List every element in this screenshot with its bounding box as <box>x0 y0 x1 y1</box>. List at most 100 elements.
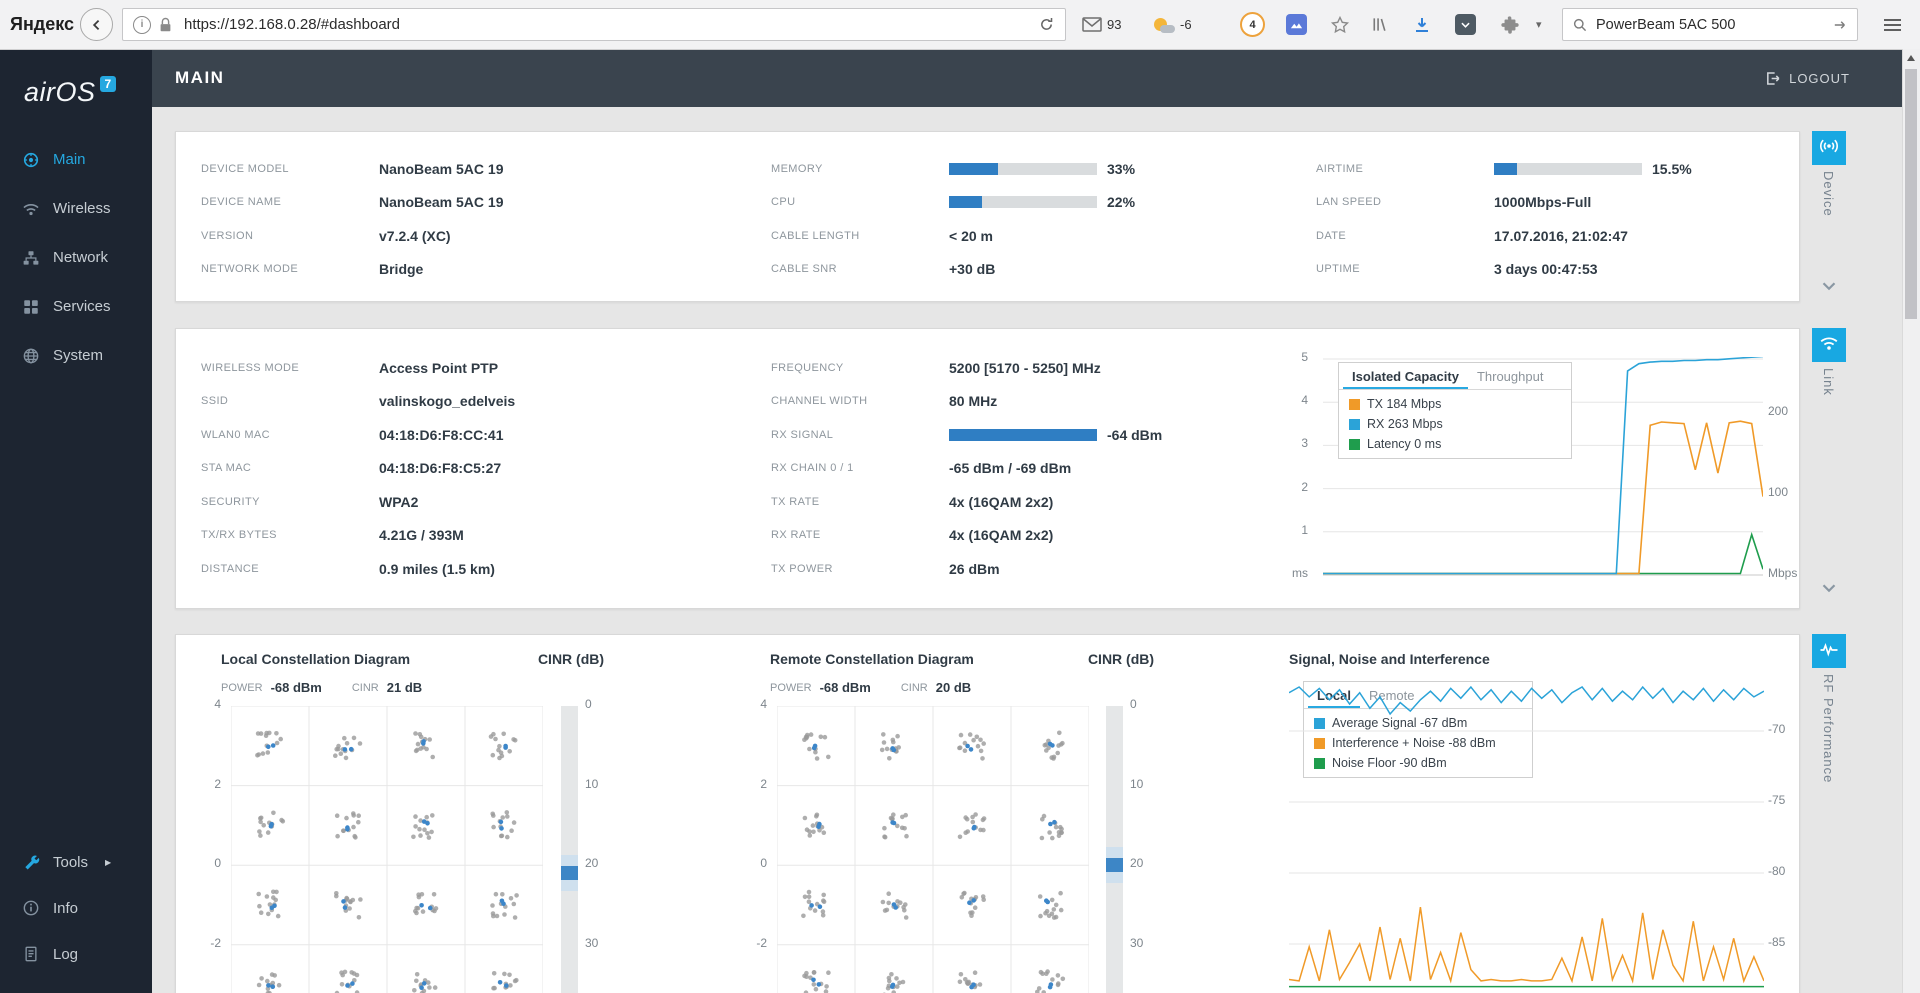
local-constellation-plot <box>231 706 543 993</box>
link-collapse-chevron-icon[interactable] <box>1818 577 1840 599</box>
signal-tab-remote[interactable]: Remote <box>1360 682 1424 708</box>
rf-performance-tab-button[interactable] <box>1812 634 1846 668</box>
sidebar-item-label: Wireless <box>53 200 111 217</box>
field-value: 4.21G / 393M <box>379 527 464 544</box>
puzzle-extension-icon[interactable] <box>1500 0 1520 49</box>
browser-search[interactable]: PowerBeam 5AC 500 <box>1562 8 1858 41</box>
local-readings: POWER -68 dBm CINR 21 dB <box>221 680 423 695</box>
search-go-icon[interactable] <box>1832 17 1848 33</box>
capacity-tab-isolated-capacity[interactable]: Isolated Capacity <box>1343 363 1468 389</box>
search-input[interactable]: PowerBeam 5AC 500 <box>1596 17 1832 33</box>
library-icon[interactable] <box>1370 0 1389 49</box>
info-column: AIRTIME 15.5% LAN SPEED 1000Mbps-Full DATE 17… <box>1291 152 1692 286</box>
info-row: WLAN0 MAC 04:18:D6:F8:CC:41 <box>176 418 515 452</box>
axis-tick-label: ms <box>1292 566 1308 580</box>
info-row: TX/RX BYTES 4.21G / 393M <box>176 519 515 553</box>
remote-cinr-value: 20 dB <box>935 680 972 695</box>
link-tab-button[interactable] <box>1812 328 1846 362</box>
network-icon <box>22 249 40 267</box>
device-tab-button[interactable] <box>1812 131 1846 165</box>
pocket-icon[interactable] <box>1455 14 1476 35</box>
remote-constellation-plot <box>777 706 1089 993</box>
info-row: MEMORY 33% <box>746 152 1135 186</box>
main-icon <box>22 151 40 169</box>
mail-icon[interactable]: 93 <box>1082 0 1121 49</box>
back-button[interactable] <box>80 8 113 41</box>
services-icon <box>22 298 40 316</box>
menu-icon[interactable] <box>1884 18 1901 31</box>
capacity-tab-throughput[interactable]: Throughput <box>1468 363 1553 389</box>
sidebar: airOS 7 Main Wireless Network Services Syste… <box>0 49 152 993</box>
info-row: VERSION v7.2.4 (XC) <box>176 219 504 253</box>
sidebar-item-label: Main <box>53 151 86 168</box>
screenshot-extension-icon[interactable] <box>1286 14 1307 35</box>
legend-swatch <box>1349 398 1360 410</box>
capacity-legend-item: TX 184 Mbps <box>1339 394 1571 414</box>
url-bar[interactable]: i https://192.168.0.28/#dashboard <box>122 8 1066 41</box>
sidebar-item-info[interactable]: Info <box>0 885 152 931</box>
link-tab-label[interactable]: Link <box>1821 368 1836 396</box>
yandex-logo[interactable]: Яндекс <box>10 0 74 49</box>
broadcast-icon <box>1819 136 1839 161</box>
scrollbar-thumb[interactable] <box>1905 69 1917 319</box>
device-collapse-chevron-icon[interactable] <box>1818 275 1840 297</box>
local-cinr-gauge-marker <box>561 866 578 881</box>
scrollbar-up-arrow[interactable] <box>1907 55 1915 61</box>
signal-tab-local[interactable]: Local <box>1308 682 1360 708</box>
download-icon[interactable] <box>1412 0 1432 49</box>
sidebar-item-main[interactable]: Main <box>0 135 152 184</box>
local-power-value: -68 dBm <box>270 680 322 695</box>
bookmark-star-icon[interactable] <box>1330 0 1350 49</box>
field-label: UPTIME <box>1316 263 1360 276</box>
info-row: DISTANCE 0.9 miles (1.5 km) <box>176 552 515 586</box>
sidebar-item-label: Log <box>53 945 79 963</box>
remote-readings: POWER -68 dBm CINR 20 dB <box>770 680 972 695</box>
reload-icon[interactable] <box>1038 16 1055 33</box>
remote-cinr-gauge-marker <box>1106 858 1123 873</box>
info-row: RX RATE 4x (16QAM 2x2) <box>746 519 1162 553</box>
meter-bar <box>949 162 1097 175</box>
axis-tick-label: -70 <box>1768 722 1786 736</box>
axis-tick-label: 2 <box>214 776 221 791</box>
rf-performance-tab-label[interactable]: RF Performance <box>1821 674 1836 783</box>
axis-tick-label: 10 <box>1130 776 1144 791</box>
meter-bar <box>949 196 1097 209</box>
tools-icon <box>22 853 40 871</box>
logout-button[interactable]: LOGOUT <box>1764 70 1850 87</box>
legend-label: Average Signal -67 dBm <box>1332 716 1468 730</box>
sidebar-item-system[interactable]: System <box>0 331 152 380</box>
field-label: TX RATE <box>771 495 820 508</box>
sidebar-item-network[interactable]: Network <box>0 233 152 282</box>
toolbar-overflow-caret[interactable]: ▾ <box>1536 0 1542 49</box>
axis-tick-label: 4 <box>760 697 767 711</box>
lock-icon[interactable] <box>159 17 172 33</box>
airos-logo-text: airOS <box>24 76 96 107</box>
field-value: Bridge <box>379 261 424 278</box>
signal-legend-box: Local Remote Average Signal -67 dBm Interf… <box>1303 681 1533 778</box>
axis-tick-label: 0 <box>585 697 592 711</box>
device-tab-label[interactable]: Device <box>1821 171 1836 217</box>
extension-badge-button[interactable]: 4 <box>1240 12 1265 37</box>
axis-tick-label: 10 <box>585 776 599 791</box>
capacity-legend-box: Isolated Capacity Throughput TX 184 Mbps R… <box>1338 362 1572 459</box>
axis-tick-label: -75 <box>1768 793 1786 807</box>
sidebar-item-log[interactable]: Log <box>0 931 152 977</box>
info-row: DEVICE MODEL NanoBeam 5AC 19 <box>176 152 504 186</box>
axis-tick-label: 0 <box>1130 697 1137 711</box>
browser-scrollbar[interactable] <box>1902 49 1920 993</box>
field-label: WIRELESS MODE <box>201 361 300 374</box>
axis-tick-label: 4 <box>1301 393 1308 408</box>
field-value: -65 dBm / -69 dBm <box>949 460 1072 477</box>
sidebar-item-services[interactable]: Services <box>0 282 152 331</box>
capacity-legend-item: RX 263 Mbps <box>1339 414 1571 434</box>
info-row: DATE 17.07.2016, 21:02:47 <box>1291 219 1692 253</box>
weather-widget[interactable]: -6 <box>1154 0 1192 49</box>
sidebar-nav: Main Wireless Network Services System <box>0 135 152 380</box>
sidebar-item-tools[interactable]: Tools ▶ <box>0 839 152 885</box>
remote-constellation-title: Remote Constellation Diagram <box>770 651 974 667</box>
page-info-icon[interactable]: i <box>133 15 151 34</box>
axis-tick-label: 200 <box>1768 404 1789 418</box>
info-row: SECURITY WPA2 <box>176 485 515 519</box>
sidebar-item-wireless[interactable]: Wireless <box>0 184 152 233</box>
link-panel: Isolated Capacity Throughput TX 184 Mbps R… <box>175 328 1800 609</box>
